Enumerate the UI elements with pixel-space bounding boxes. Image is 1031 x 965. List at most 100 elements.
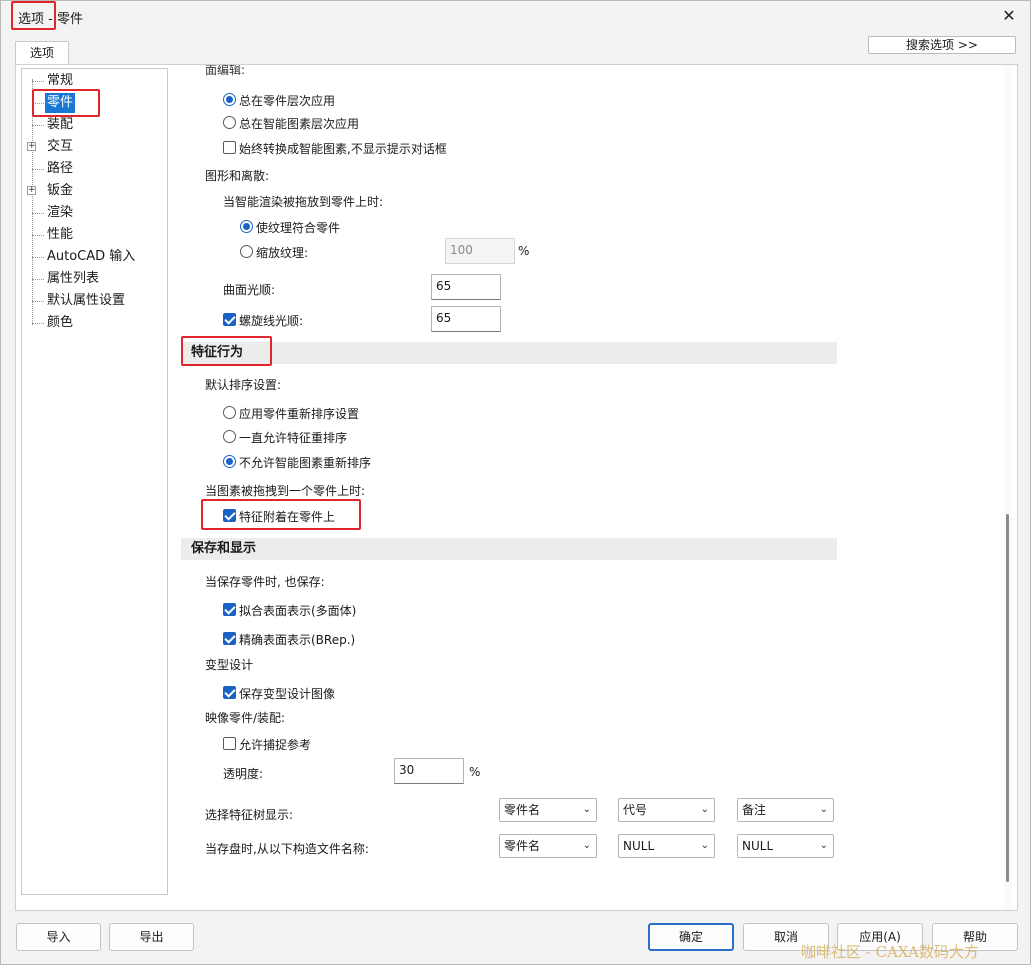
label-apply-smart-level: 总在智能图素层次应用 (239, 117, 360, 131)
tree-item-default-properties[interactable]: 默认属性设置 (47, 291, 125, 311)
checkbox-always-convert[interactable] (223, 141, 236, 154)
scrollbar-thumb[interactable] (1006, 514, 1009, 882)
label-fit-texture: 使纹理符合零件 (256, 221, 341, 235)
options-dialog: 选项 - 零件 ✕ 选项 搜索选项 >> 常规 零件 装配 + 交互 路径 + … (0, 0, 1031, 965)
radio-disallow-reorder[interactable] (223, 455, 236, 468)
tree-display-select-2[interactable]: 代号 ⌄ (618, 798, 715, 822)
select-value: 备注 (742, 803, 767, 817)
label-helix-smooth: 螺旋线光顺: (239, 314, 304, 328)
chevron-down-icon: ⌄ (700, 840, 709, 851)
filename-label: 当存盘时,从以下构造文件名称: (205, 842, 369, 856)
transparency-label: 透明度: (223, 767, 264, 781)
filename-select-3[interactable]: NULL ⌄ (737, 834, 834, 858)
label-always-allow-reorder: 一直允许特征重排序 (239, 431, 348, 445)
also-save-label: 当保存零件时, 也保存: (205, 575, 325, 589)
label-apply-part-level: 总在零件层次应用 (239, 94, 336, 108)
radio-apply-smart-level[interactable] (223, 116, 236, 129)
scale-unit: % (518, 244, 530, 258)
tree-guide-line (32, 79, 33, 325)
window-title: 选项 - 零件 (18, 12, 83, 27)
sort-label: 默认排序设置: (205, 378, 282, 392)
select-value: 零件名 (504, 803, 541, 817)
checkbox-fit-surface[interactable] (223, 603, 236, 616)
label-save-variant: 保存变型设计图像 (239, 687, 336, 701)
tree-connector (32, 103, 44, 104)
tab-options[interactable]: 选项 (15, 41, 69, 65)
tree-connector (32, 301, 44, 302)
transparency-unit: % (469, 765, 481, 779)
tree-display-select-3[interactable]: 备注 ⌄ (737, 798, 834, 822)
select-value: NULL (623, 839, 655, 853)
radio-apply-part-level[interactable] (223, 93, 236, 106)
label-exact-surface: 精确表面表示(BRep.) (239, 633, 356, 647)
select-value: NULL (742, 839, 774, 853)
tree-display-select-1[interactable]: 零件名 ⌄ (499, 798, 597, 822)
checkbox-helix-smooth[interactable] (223, 313, 236, 326)
checkbox-allow-snap[interactable] (223, 737, 236, 750)
variant-heading: 变型设计 (205, 658, 254, 672)
tree-connector (32, 257, 44, 258)
helix-smooth-input[interactable]: 65 (431, 306, 501, 332)
tree-display-label: 选择特征树显示: (205, 808, 294, 822)
render-drop-label: 当智能渲染被拖放到零件上时: (223, 195, 384, 209)
mirror-heading: 映像零件/装配: (205, 711, 286, 725)
scale-texture-input[interactable]: 100 (445, 238, 515, 264)
label-attach-feature: 特征附着在零件上 (239, 510, 336, 524)
checkbox-save-variant[interactable] (223, 686, 236, 699)
select-value: 代号 (623, 803, 648, 817)
tree-connector (32, 213, 44, 214)
tree-item-part[interactable]: 零件 (45, 93, 76, 113)
tree-item-assembly[interactable]: 装配 (47, 115, 73, 135)
tree-item-path[interactable]: 路径 (47, 159, 73, 179)
tree-item-performance[interactable]: 性能 (47, 225, 73, 245)
radio-scale-texture[interactable] (240, 245, 253, 258)
chevron-down-icon: ⌄ (582, 804, 591, 815)
chevron-down-icon: ⌄ (700, 804, 709, 815)
label-scale-texture: 缩放纹理: (256, 246, 309, 260)
chevron-down-icon: ⌄ (819, 840, 828, 851)
expand-icon[interactable]: + (27, 186, 36, 195)
label-apply-part-reorder: 应用零件重新排序设置 (239, 407, 360, 421)
chevron-down-icon: ⌄ (582, 840, 591, 851)
watermark-text: 咖啡社区 - CAXA数码大方 (801, 943, 979, 961)
tree-item-render[interactable]: 渲染 (47, 203, 73, 223)
tree-connector (32, 125, 44, 126)
tree-connector (32, 235, 44, 236)
checkbox-exact-surface[interactable] (223, 632, 236, 645)
tree-item-general[interactable]: 常规 (47, 71, 73, 91)
import-button[interactable]: 导入 (16, 923, 101, 951)
export-button[interactable]: 导出 (109, 923, 194, 951)
select-value: 零件名 (504, 839, 541, 853)
tree-connector (32, 323, 44, 324)
filename-select-2[interactable]: NULL ⌄ (618, 834, 715, 858)
radio-fit-texture[interactable] (240, 220, 253, 233)
radio-apply-part-reorder[interactable] (223, 406, 236, 419)
ok-button[interactable]: 确定 (648, 923, 734, 951)
chevron-down-icon: ⌄ (819, 804, 828, 815)
tree-connector (32, 169, 44, 170)
section-save-display: 保存和显示 (181, 538, 837, 560)
radio-always-allow-reorder[interactable] (223, 430, 236, 443)
settings-content: 面编辑: 总在零件层次应用 总在智能图素层次应用 始终转换成智能图素,不显示提示… (171, 65, 1011, 910)
filename-select-1[interactable]: 零件名 ⌄ (499, 834, 597, 858)
checkbox-attach-feature[interactable] (223, 509, 236, 522)
title-bar: 选项 - 零件 ✕ (1, 1, 1030, 31)
graphics-heading: 图形和离散: (205, 169, 270, 183)
close-icon[interactable]: ✕ (997, 4, 1021, 28)
tree-item-sheetmetal[interactable]: 钣金 (47, 181, 73, 201)
tree-item-property-list[interactable]: 属性列表 (47, 269, 99, 289)
tree-item-interaction[interactable]: 交互 (47, 137, 73, 157)
surface-smooth-label: 曲面光顺: (223, 283, 276, 297)
tree-item-autocad-import[interactable]: AutoCAD 输入 (47, 247, 135, 267)
surface-smooth-input[interactable]: 65 (431, 274, 501, 300)
expand-icon[interactable]: + (27, 142, 36, 151)
label-disallow-reorder: 不允许智能图素重新排序 (239, 456, 372, 470)
label-fit-surface: 拟合表面表示(多面体) (239, 604, 357, 618)
tree-item-color[interactable]: 颜色 (47, 313, 73, 333)
search-options-button[interactable]: 搜索选项 >> (868, 36, 1016, 54)
partial-header: 面编辑: (205, 65, 246, 77)
category-tree[interactable]: 常规 零件 装配 + 交互 路径 + 钣金 渲染 性能 AutoCAD 输入 属… (21, 68, 168, 895)
transparency-input[interactable]: 30 (394, 758, 464, 784)
label-allow-snap: 允许捕捉参考 (239, 738, 312, 752)
tree-connector (32, 81, 44, 82)
